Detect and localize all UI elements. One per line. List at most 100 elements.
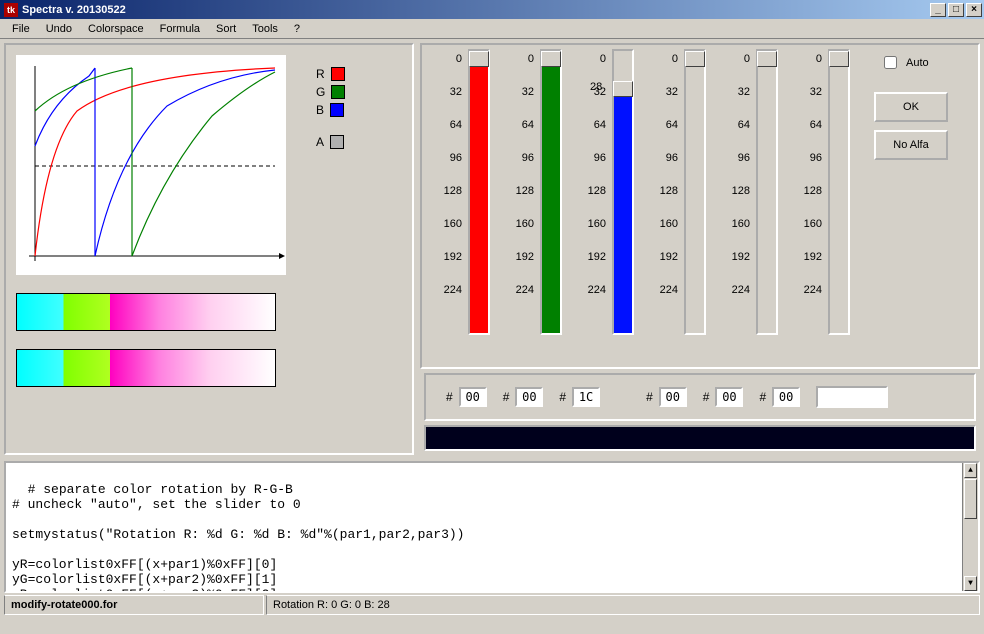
auto-label: Auto	[906, 57, 929, 69]
close-button[interactable]: ×	[966, 3, 982, 17]
tick-label: 224	[718, 282, 756, 315]
auto-checkbox[interactable]	[884, 56, 897, 69]
sliders-panel: 0326496128160192224032649612816019222403…	[420, 43, 980, 369]
tick-label: 192	[718, 249, 756, 282]
slider-track-G[interactable]	[540, 49, 562, 335]
slider-track-c6[interactable]	[828, 49, 850, 335]
menu-tools[interactable]: Tools	[244, 21, 286, 37]
tick-label: 32	[790, 84, 828, 117]
scroll-thumb[interactable]	[964, 479, 977, 519]
hex-field-3[interactable]	[572, 387, 600, 407]
maximize-button[interactable]: □	[948, 3, 964, 17]
chart-panel: R G B A	[4, 43, 414, 455]
tick-label: 64	[646, 117, 684, 150]
window-title: Spectra v. 20130522	[22, 4, 126, 16]
legend-g-swatch	[331, 85, 345, 99]
menu-formula[interactable]: Formula	[152, 21, 208, 37]
gradient-preview-2	[16, 349, 276, 387]
tick-label: 64	[430, 117, 468, 150]
slider-R: 0326496128160192224	[430, 49, 502, 349]
menu-help[interactable]: ?	[286, 21, 308, 37]
slider-ticks: 0326496128160192224	[718, 49, 756, 349]
app-icon: tk	[4, 3, 18, 17]
slider-ticks: 0326496128160192224	[502, 49, 540, 349]
code-text: # separate color rotation by R-G-B # unc…	[12, 482, 464, 593]
slider-fill	[614, 89, 632, 333]
tick-label: 224	[430, 282, 468, 315]
tick-label: 0	[502, 51, 540, 84]
tick-label: 224	[646, 282, 684, 315]
tick-label: 192	[502, 249, 540, 282]
sliders-row: 0326496128160192224032649612816019222403…	[430, 49, 862, 363]
hex-field-1[interactable]	[459, 387, 487, 407]
slider-B: 032649612816019222428	[574, 49, 646, 349]
tick-label: 64	[502, 117, 540, 150]
tick-label: 192	[430, 249, 468, 282]
legend-a-swatch	[330, 135, 344, 149]
slider-ticks: 0326496128160192224	[646, 49, 684, 349]
tick-label: 96	[718, 150, 756, 183]
slider-c5: 0326496128160192224	[718, 49, 790, 349]
menu-undo[interactable]: Undo	[38, 21, 80, 37]
slider-track-c4[interactable]	[684, 49, 706, 335]
tick-label: 32	[646, 84, 684, 117]
slider-thumb[interactable]	[469, 51, 489, 67]
hex-input-row: # # # # # #	[424, 373, 976, 421]
color-preview-bar	[424, 425, 976, 451]
tick-label: 128	[790, 183, 828, 216]
legend-b-label: B	[316, 103, 324, 117]
tick-label: 96	[574, 150, 612, 183]
hash-1: #	[446, 390, 453, 404]
legend-g-label: G	[316, 85, 325, 99]
tick-label: 96	[430, 150, 468, 183]
scrollbar-vertical[interactable]: ▲ ▼	[962, 463, 978, 591]
tick-label: 192	[574, 249, 612, 282]
status-file: modify-rotate000.for	[4, 595, 264, 615]
code-textarea[interactable]: # separate color rotation by R-G-B # unc…	[4, 461, 980, 593]
tick-label: 96	[790, 150, 828, 183]
slider-ticks: 0326496128160192224	[574, 49, 612, 349]
slider-track-B[interactable]: 28	[612, 49, 634, 335]
legend-r-label: R	[316, 67, 325, 81]
hex-field-4[interactable]	[659, 387, 687, 407]
ok-button[interactable]: OK	[874, 92, 948, 122]
hex-field-6[interactable]	[772, 387, 800, 407]
tick-label: 128	[502, 183, 540, 216]
gradient-preview-1	[16, 293, 276, 331]
tick-label: 224	[502, 282, 540, 315]
hash-6: #	[759, 390, 766, 404]
status-message: Rotation R: 0 G: 0 B: 28	[266, 595, 980, 615]
minimize-button[interactable]: _	[930, 3, 946, 17]
hex-field-2[interactable]	[515, 387, 543, 407]
tick-label: 128	[574, 183, 612, 216]
menu-bar: File Undo Colorspace Formula Sort Tools …	[0, 19, 984, 39]
menu-file[interactable]: File	[4, 21, 38, 37]
tick-label: 160	[646, 216, 684, 249]
tick-label: 0	[790, 51, 828, 84]
tick-label: 128	[646, 183, 684, 216]
slider-track-R[interactable]	[468, 49, 490, 335]
slider-thumb[interactable]	[685, 51, 705, 67]
tick-label: 192	[790, 249, 828, 282]
chart-area	[16, 55, 286, 275]
hex-field-5[interactable]	[715, 387, 743, 407]
tick-label: 64	[718, 117, 756, 150]
menu-colorspace[interactable]: Colorspace	[80, 21, 152, 37]
slider-thumb[interactable]	[829, 51, 849, 67]
slider-thumb[interactable]	[757, 51, 777, 67]
scroll-down-icon[interactable]: ▼	[964, 576, 977, 591]
menu-sort[interactable]: Sort	[208, 21, 244, 37]
slider-ticks: 0326496128160192224	[790, 49, 828, 349]
slider-thumb[interactable]	[613, 81, 633, 97]
scroll-up-icon[interactable]: ▲	[964, 463, 977, 478]
tick-label: 160	[790, 216, 828, 249]
slider-track-c5[interactable]	[756, 49, 778, 335]
tick-label: 0	[718, 51, 756, 84]
tick-label: 0	[646, 51, 684, 84]
auto-checkbox-row[interactable]: Auto	[880, 53, 962, 72]
tick-label: 192	[646, 249, 684, 282]
noalfa-button[interactable]: No Alfa	[874, 130, 948, 160]
slider-thumb[interactable]	[541, 51, 561, 67]
slider-fill	[470, 59, 488, 333]
hash-5: #	[703, 390, 710, 404]
